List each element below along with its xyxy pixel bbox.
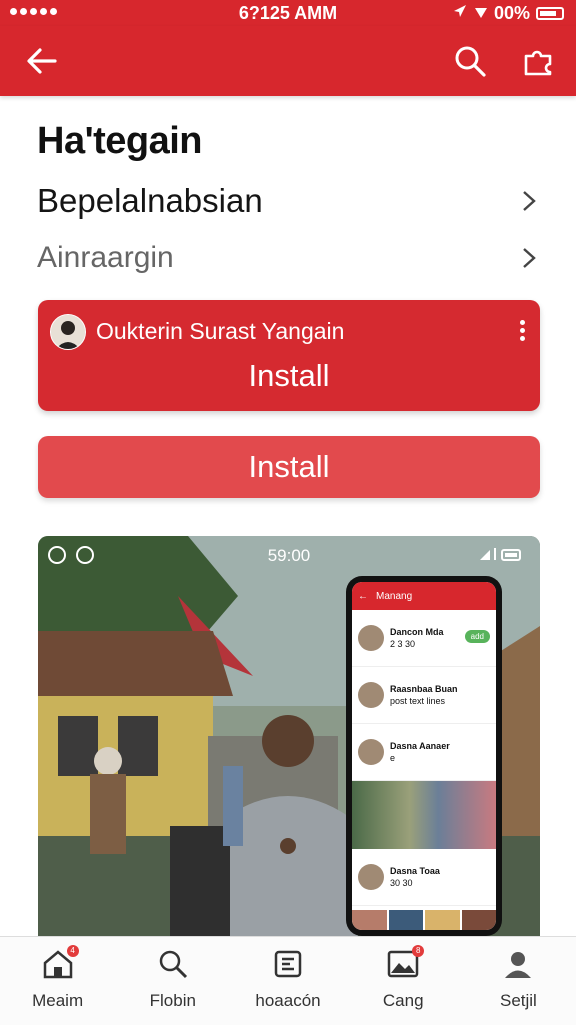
tab-label: Meaim — [32, 991, 84, 1010]
status-right: 00% — [452, 3, 564, 24]
battery-icon — [536, 7, 564, 20]
preview-time: 59:00 — [267, 546, 311, 565]
bottom-tab-bar: 4 Meaim Flobin hoaacón 8 Cang Setjil — [0, 936, 576, 1025]
preview-status-bar: 59:00 — [38, 536, 540, 576]
phone-bar-title: Manang — [376, 590, 413, 602]
list-item-sub: post text lines — [390, 696, 446, 706]
promo-install-label[interactable]: Install — [38, 358, 540, 394]
media-preview[interactable]: 59:00 ← Manang Dancon Mda 2 3 30 add Raas… — [38, 536, 540, 936]
promo-card[interactable]: Oukterin Surast Yangain Install — [38, 300, 540, 411]
avatar — [358, 682, 384, 708]
app-bar — [0, 26, 576, 96]
puzzle-icon[interactable] — [518, 41, 558, 81]
avatar — [358, 739, 384, 765]
avatar — [358, 625, 384, 651]
search-icon — [156, 947, 190, 981]
notification-badge: 4 — [66, 945, 79, 957]
install-button[interactable]: Install — [38, 436, 540, 498]
tab-apps[interactable]: hoaacón — [230, 937, 345, 1025]
location-icon — [452, 3, 468, 24]
page-title: Ha'tegain — [37, 120, 203, 162]
tab-label: Cang — [382, 991, 424, 1010]
list-item-title: Dasna Toaa — [390, 866, 440, 876]
profile-icon — [501, 947, 535, 981]
list-row-1[interactable]: Bepelalnabsian — [37, 176, 541, 226]
search-icon[interactable] — [450, 41, 490, 81]
chevron-right-icon — [521, 189, 541, 213]
tab-gallery[interactable]: 8 Cang — [346, 937, 461, 1025]
list-row-1-label: Bepelalnabsian — [37, 182, 263, 219]
image-icon: 8 — [386, 945, 425, 981]
battery-percent: 00% — [493, 3, 530, 23]
phone-screen: ← Manang Dancon Mda 2 3 30 add Raasnbaa B… — [352, 582, 496, 930]
phone-back-icon: ← — [358, 590, 368, 602]
tab-label: hoaacón — [255, 991, 321, 1010]
list-item-sub: 30 30 — [390, 878, 413, 888]
list-item: Dasna Aanaer e — [352, 724, 496, 781]
promo-card-title: Oukterin Surast Yangain — [96, 318, 345, 344]
avatar — [50, 314, 86, 350]
app-icon — [271, 947, 305, 981]
phone-photo — [352, 781, 496, 849]
list-item: Dasna Toaa 30 30 — [352, 849, 496, 906]
status-badge: add — [464, 630, 490, 643]
tab-label: Setjil — [499, 991, 537, 1010]
phone-photo-row — [352, 910, 496, 930]
list-row-2[interactable]: Ainraargin — [37, 233, 541, 283]
list-item-sub: 2 3 30 — [390, 639, 416, 649]
wifi-icon — [474, 3, 488, 24]
avatar — [358, 864, 384, 890]
tab-search[interactable]: Flobin — [115, 937, 230, 1025]
list-row-2-label: Ainraargin — [37, 241, 174, 274]
notification-badge: 8 — [412, 945, 425, 957]
list-item: Dancon Mda 2 3 30 add — [352, 610, 496, 667]
tab-profile[interactable]: Setjil — [461, 937, 576, 1025]
more-vertical-icon[interactable] — [518, 320, 526, 341]
list-item-title: Dasna Aanaer — [390, 741, 450, 751]
list-item-sub: e — [390, 753, 396, 763]
phone-bar: ← Manang — [352, 582, 496, 610]
preview-signal-icon — [480, 548, 530, 562]
back-arrow-icon[interactable] — [22, 41, 62, 81]
tab-label: Flobin — [149, 991, 196, 1010]
home-icon: 4 — [41, 945, 79, 981]
list-item-title: Dancon Mda — [390, 627, 444, 637]
chevron-right-icon — [521, 246, 541, 270]
tab-home[interactable]: 4 Meaim — [0, 937, 115, 1025]
status-bar: 6?125 AMM 00% — [0, 0, 576, 26]
list-item-title: Raasnbaa Buan — [390, 684, 458, 694]
list-item: Raasnbaa Buan post text lines — [352, 667, 496, 724]
phone-mockup: ← Manang Dancon Mda 2 3 30 add Raasnbaa B… — [346, 576, 502, 936]
